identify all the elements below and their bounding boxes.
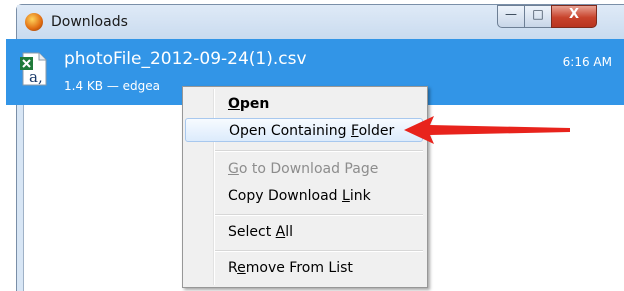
menu-separator <box>215 214 423 216</box>
menu-item-open-containing-folder[interactable]: Open Containing Folder <box>185 118 423 142</box>
minimize-icon: — <box>505 7 517 21</box>
menu-item-copy-download-link[interactable]: Copy Download Link <box>185 184 423 208</box>
window-title: Downloads <box>51 14 128 30</box>
menu-item-remove-from-list[interactable]: Remove From List <box>185 256 423 280</box>
title-bar[interactable]: Downloads — □ X <box>17 5 624 39</box>
firefox-icon <box>25 13 43 31</box>
menu-item-select-all[interactable]: Select All <box>185 220 423 244</box>
menu-item-label: Open <box>228 96 270 112</box>
menu-item-label: Remove From List <box>228 260 353 276</box>
screenshot: Downloads — □ X a, photoFile_2012-09-24(… <box>0 0 624 291</box>
maximize-icon: □ <box>532 7 544 21</box>
menu-separator <box>215 250 423 252</box>
menu-item-open[interactable]: Open <box>185 92 423 116</box>
close-button[interactable]: X <box>551 5 597 28</box>
excel-csv-file-icon: a, <box>20 52 47 86</box>
menu-item-label: Select All <box>228 224 293 240</box>
menu-separator <box>215 150 423 152</box>
svg-text:a,: a, <box>29 68 43 86</box>
download-time: 6:16 AM <box>562 55 612 69</box>
close-icon: X <box>568 7 580 22</box>
context-menu: Open Open Containing Folder Go to Downlo… <box>182 86 428 288</box>
menu-item-go-to-download-page[interactable]: Go to Download Page <box>185 157 423 181</box>
maximize-button[interactable]: □ <box>524 5 552 28</box>
menu-item-label: Copy Download Link <box>228 188 371 204</box>
download-filename: photoFile_2012-09-24(1).csv <box>64 49 307 69</box>
menu-item-label: Go to Download Page <box>228 161 379 177</box>
red-arrow-annotation <box>404 116 570 144</box>
minimize-button[interactable]: — <box>497 5 525 28</box>
download-status: 1.4 KB — edgea <box>64 79 160 93</box>
menu-item-label: Open Containing Folder <box>229 123 395 139</box>
